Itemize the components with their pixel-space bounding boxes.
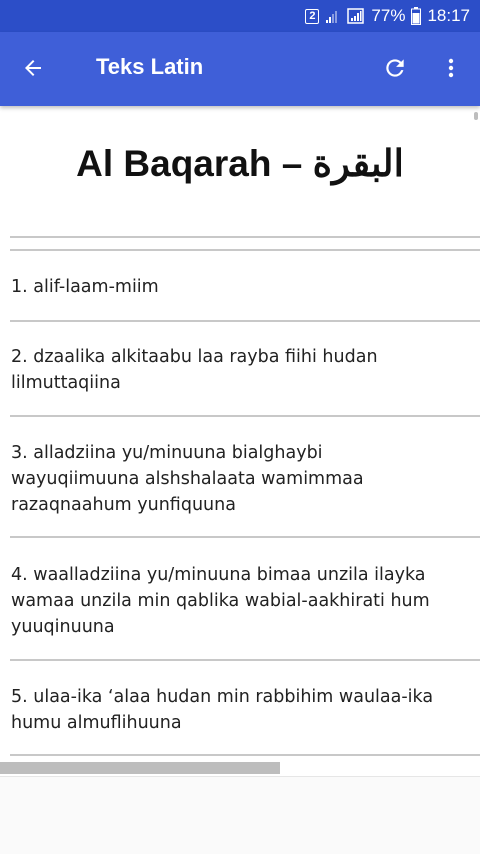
verse-item: 5. ulaa-ika ‘alaa hudan min rabbihim wau… — [11, 684, 466, 736]
horizontal-scrollbar[interactable] — [0, 762, 280, 774]
app-bar-title: Teks Latin — [96, 54, 204, 79]
arrow-back-icon — [25, 60, 41, 76]
refresh-button[interactable] — [372, 45, 418, 91]
divider — [10, 415, 480, 417]
more-vert-icon — [448, 58, 454, 78]
verse-line: wamaa unzila min qablika wabial-aakhirat… — [11, 591, 430, 611]
divider — [10, 754, 480, 756]
verse-line: razaqnaahum yunfiquuna — [11, 495, 236, 515]
battery-icon — [411, 7, 422, 25]
verse-content: Al Baqarah – البقرة 1. alif-laam-miim 2.… — [0, 106, 480, 776]
verse-item: 3. alladziina yu/minuuna bialghaybi wayu… — [11, 440, 466, 518]
verse-line: 5. ulaa-ika ‘alaa hudan min rabbihim wau… — [11, 687, 434, 707]
verse-line: humu almuflihuuna — [11, 713, 182, 733]
verse-item: 2. dzaalika alkitaabu laa rayba fiihi hu… — [11, 344, 466, 396]
verse-line: lilmuttaqiina — [11, 373, 121, 393]
bottom-area — [0, 777, 480, 854]
verse-line: 3. alladziina yu/minuuna bialghaybi — [11, 443, 323, 463]
divider — [10, 236, 480, 238]
verse-line: 4. waalladziina yu/minuuna bimaa unzila … — [11, 565, 426, 585]
verse-line: wayuqiimuuna alshshalaata wamimmaa — [11, 469, 364, 489]
app-bar: Teks Latin — [0, 32, 480, 106]
verse-item: 4. waalladziina yu/minuuna bimaa unzila … — [11, 562, 466, 640]
verse-item: 1. alif-laam-miim — [11, 274, 466, 300]
divider — [10, 249, 480, 251]
status-bar: 2 77% 18:17 — [0, 0, 480, 32]
clock: 18:17 — [427, 6, 470, 25]
divider — [10, 659, 480, 661]
signal-strength-icon — [347, 8, 365, 24]
verse-line: yuuqinuuna — [11, 617, 115, 637]
verse-line: 1. alif-laam-miim — [11, 277, 159, 297]
divider — [10, 320, 480, 322]
signal-weak-icon — [325, 8, 341, 24]
refresh-icon — [386, 59, 404, 77]
more-options-button[interactable] — [428, 45, 474, 91]
divider — [10, 536, 480, 538]
back-button[interactable] — [10, 45, 56, 91]
verse-line: 2. dzaalika alkitaabu laa rayba fiihi hu… — [11, 347, 378, 367]
surah-title: Al Baqarah – البقرة — [76, 143, 404, 184]
sim-badge: 2 — [305, 8, 320, 24]
battery-percent: 77% — [371, 6, 406, 25]
